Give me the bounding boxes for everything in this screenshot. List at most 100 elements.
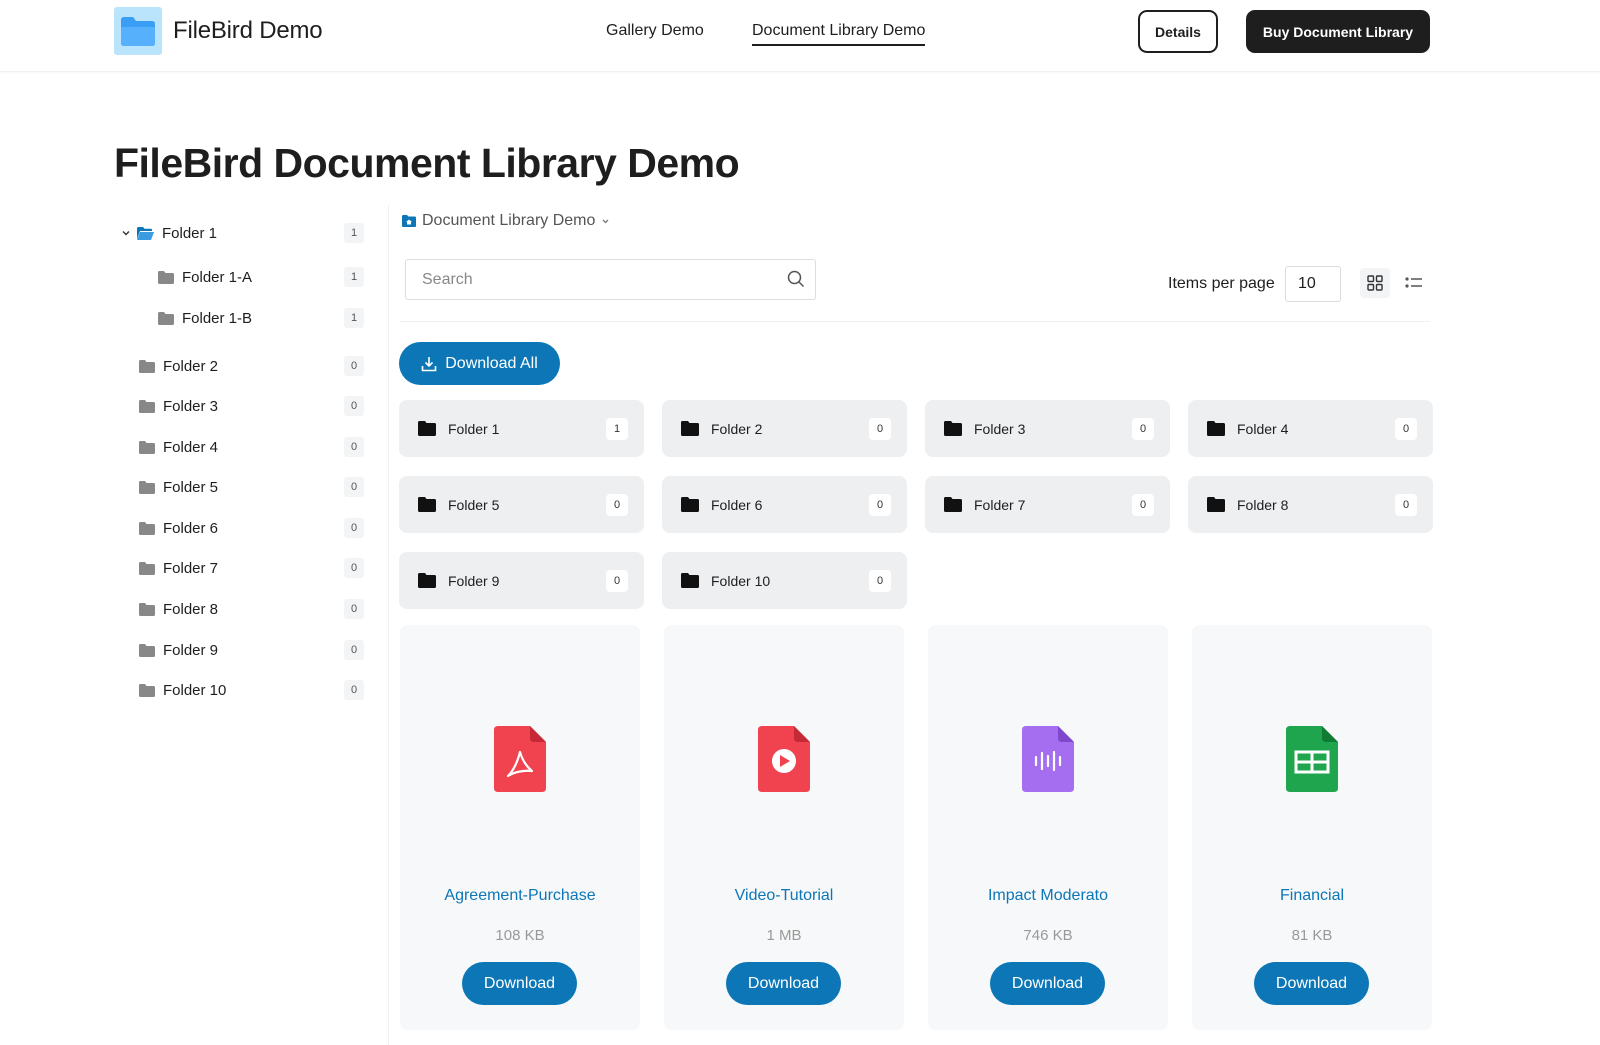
file-name-link[interactable]: Agreement-Purchase xyxy=(400,887,640,905)
tree-item-folder-3[interactable]: Folder 3 0 xyxy=(139,393,364,419)
tree-item-folder-2[interactable]: Folder 2 0 xyxy=(139,353,364,379)
folder-card-label: Folder 4 xyxy=(1237,420,1289,437)
chevron-down-icon xyxy=(601,217,610,226)
tree-item-count: 0 xyxy=(344,356,364,376)
folder-icon xyxy=(944,497,962,512)
items-per-page-input[interactable] xyxy=(1285,266,1341,302)
file-name-link[interactable]: Financial xyxy=(1192,887,1432,905)
tree-item-label: Folder 3 xyxy=(163,397,219,415)
folder-icon xyxy=(418,421,436,436)
folder-card-6[interactable]: Folder 6 0 xyxy=(662,476,907,533)
tree-item-folder-1[interactable]: Folder 1 1 xyxy=(121,220,364,246)
tree-item-folder-1-a[interactable]: Folder 1-A 1 xyxy=(158,264,364,290)
buy-document-library-button[interactable]: Buy Document Library xyxy=(1246,10,1430,53)
folder-card-label: Folder 5 xyxy=(448,496,500,513)
tree-item-count: 0 xyxy=(344,518,364,538)
download-button[interactable]: Download xyxy=(726,962,841,1005)
tree-item-label: Folder 4 xyxy=(163,438,219,456)
download-button[interactable]: Download xyxy=(462,962,577,1005)
file-size: 1 MB xyxy=(766,927,802,944)
chevron-down-icon[interactable] xyxy=(121,228,131,238)
folder-icon xyxy=(681,497,699,512)
file-name-link[interactable]: Impact Moderato xyxy=(928,887,1168,905)
search-icon[interactable] xyxy=(787,270,805,293)
folder-card-label: Folder 8 xyxy=(1237,496,1289,513)
folder-card-count: 1 xyxy=(606,418,628,440)
folder-card-8[interactable]: Folder 8 0 xyxy=(1188,476,1433,533)
download-button[interactable]: Download xyxy=(1254,962,1369,1005)
folder-icon xyxy=(418,573,436,588)
folder-icon xyxy=(158,270,174,284)
download-button[interactable]: Download xyxy=(990,962,1105,1005)
folder-card-label: Folder 10 xyxy=(711,572,771,589)
details-button[interactable]: Details xyxy=(1138,10,1218,53)
download-all-button[interactable]: Download All xyxy=(399,342,560,385)
folder-card-10[interactable]: Folder 10 0 xyxy=(662,552,907,609)
tree-item-folder-5[interactable]: Folder 5 0 xyxy=(139,474,364,500)
folder-card-7[interactable]: Folder 7 0 xyxy=(925,476,1170,533)
folder-card-5[interactable]: Folder 5 0 xyxy=(399,476,644,533)
tree-item-folder-6[interactable]: Folder 6 0 xyxy=(139,515,364,541)
tree-item-folder-8[interactable]: Folder 8 0 xyxy=(139,596,364,622)
tree-item-count: 1 xyxy=(344,308,364,328)
home-folder-icon xyxy=(402,215,416,227)
folder-card-label: Folder 1 xyxy=(448,420,500,437)
folder-card-count: 0 xyxy=(606,494,628,516)
tree-item-folder-10[interactable]: Folder 10 0 xyxy=(139,677,364,703)
download-all-label: Download All xyxy=(445,354,538,372)
tree-item-count: 0 xyxy=(344,599,364,619)
tree-item-folder-7[interactable]: Folder 7 0 xyxy=(139,555,364,581)
file-card-agreement-purchase[interactable]: Agreement-Purchase 108 KB Download xyxy=(400,625,640,1030)
folder-card-9[interactable]: Folder 9 0 xyxy=(399,552,644,609)
nav-gallery-demo[interactable]: Gallery Demo xyxy=(606,22,704,40)
tree-item-label: Folder 1-A xyxy=(182,268,253,286)
folder-icon xyxy=(139,359,155,373)
breadcrumb-label: Document Library Demo xyxy=(422,212,596,229)
folder-card-label: Folder 9 xyxy=(448,572,500,589)
grid-view-button[interactable] xyxy=(1360,268,1390,298)
folder-card-label: Folder 6 xyxy=(711,496,763,513)
folder-card-count: 0 xyxy=(1395,494,1417,516)
list-view-button[interactable] xyxy=(1399,268,1429,298)
tree-item-label: Folder 1-B xyxy=(182,309,253,327)
folder-icon xyxy=(139,683,155,697)
folder-open-icon xyxy=(137,226,154,240)
tree-item-label: Folder 10 xyxy=(163,681,227,699)
folder-card-3[interactable]: Folder 3 0 xyxy=(925,400,1170,457)
file-card-financial[interactable]: Financial 81 KB Download xyxy=(1192,625,1432,1030)
pdf-file-icon xyxy=(494,726,546,797)
tree-item-count: 0 xyxy=(344,640,364,660)
search-box[interactable] xyxy=(405,259,816,300)
nav-document-library-demo[interactable]: Document Library Demo xyxy=(752,22,926,46)
filebird-logo[interactable] xyxy=(114,7,162,55)
folder-icon xyxy=(139,399,155,413)
tree-item-label: Folder 6 xyxy=(163,519,219,537)
folder-card-count: 0 xyxy=(1132,418,1154,440)
tree-item-count: 0 xyxy=(344,558,364,578)
tree-item-count: 0 xyxy=(344,477,364,497)
brand-name[interactable]: FileBird Demo xyxy=(173,17,323,45)
breadcrumb[interactable]: Document Library Demo xyxy=(402,212,610,230)
folder-card-4[interactable]: Folder 4 0 xyxy=(1188,400,1433,457)
tree-item-label: Folder 1 xyxy=(162,224,218,242)
folder-icon xyxy=(139,561,155,575)
tree-item-folder-4[interactable]: Folder 4 0 xyxy=(139,434,364,460)
site-header: FileBird Demo Gallery Demo Document Libr… xyxy=(0,0,1600,72)
file-card-impact-moderato[interactable]: Impact Moderato 746 KB Download xyxy=(928,625,1168,1030)
folder-icon xyxy=(681,573,699,588)
search-input[interactable] xyxy=(406,260,766,299)
video-file-icon xyxy=(758,726,810,797)
folder-icon xyxy=(139,602,155,616)
download-icon xyxy=(421,356,437,372)
audio-file-icon xyxy=(1022,726,1074,797)
tree-item-folder-1-b[interactable]: Folder 1-B 1 xyxy=(158,305,364,331)
file-name-link[interactable]: Video-Tutorial xyxy=(664,887,904,905)
tree-item-folder-9[interactable]: Folder 9 0 xyxy=(139,637,364,663)
folder-card-2[interactable]: Folder 2 0 xyxy=(662,400,907,457)
file-card-video-tutorial[interactable]: Video-Tutorial 1 MB Download xyxy=(664,625,904,1030)
tree-item-label: Folder 9 xyxy=(163,641,219,659)
folder-icon xyxy=(158,311,174,325)
folder-icon xyxy=(139,521,155,535)
items-per-page-label: Items per page xyxy=(1168,275,1275,292)
folder-card-1[interactable]: Folder 1 1 xyxy=(399,400,644,457)
